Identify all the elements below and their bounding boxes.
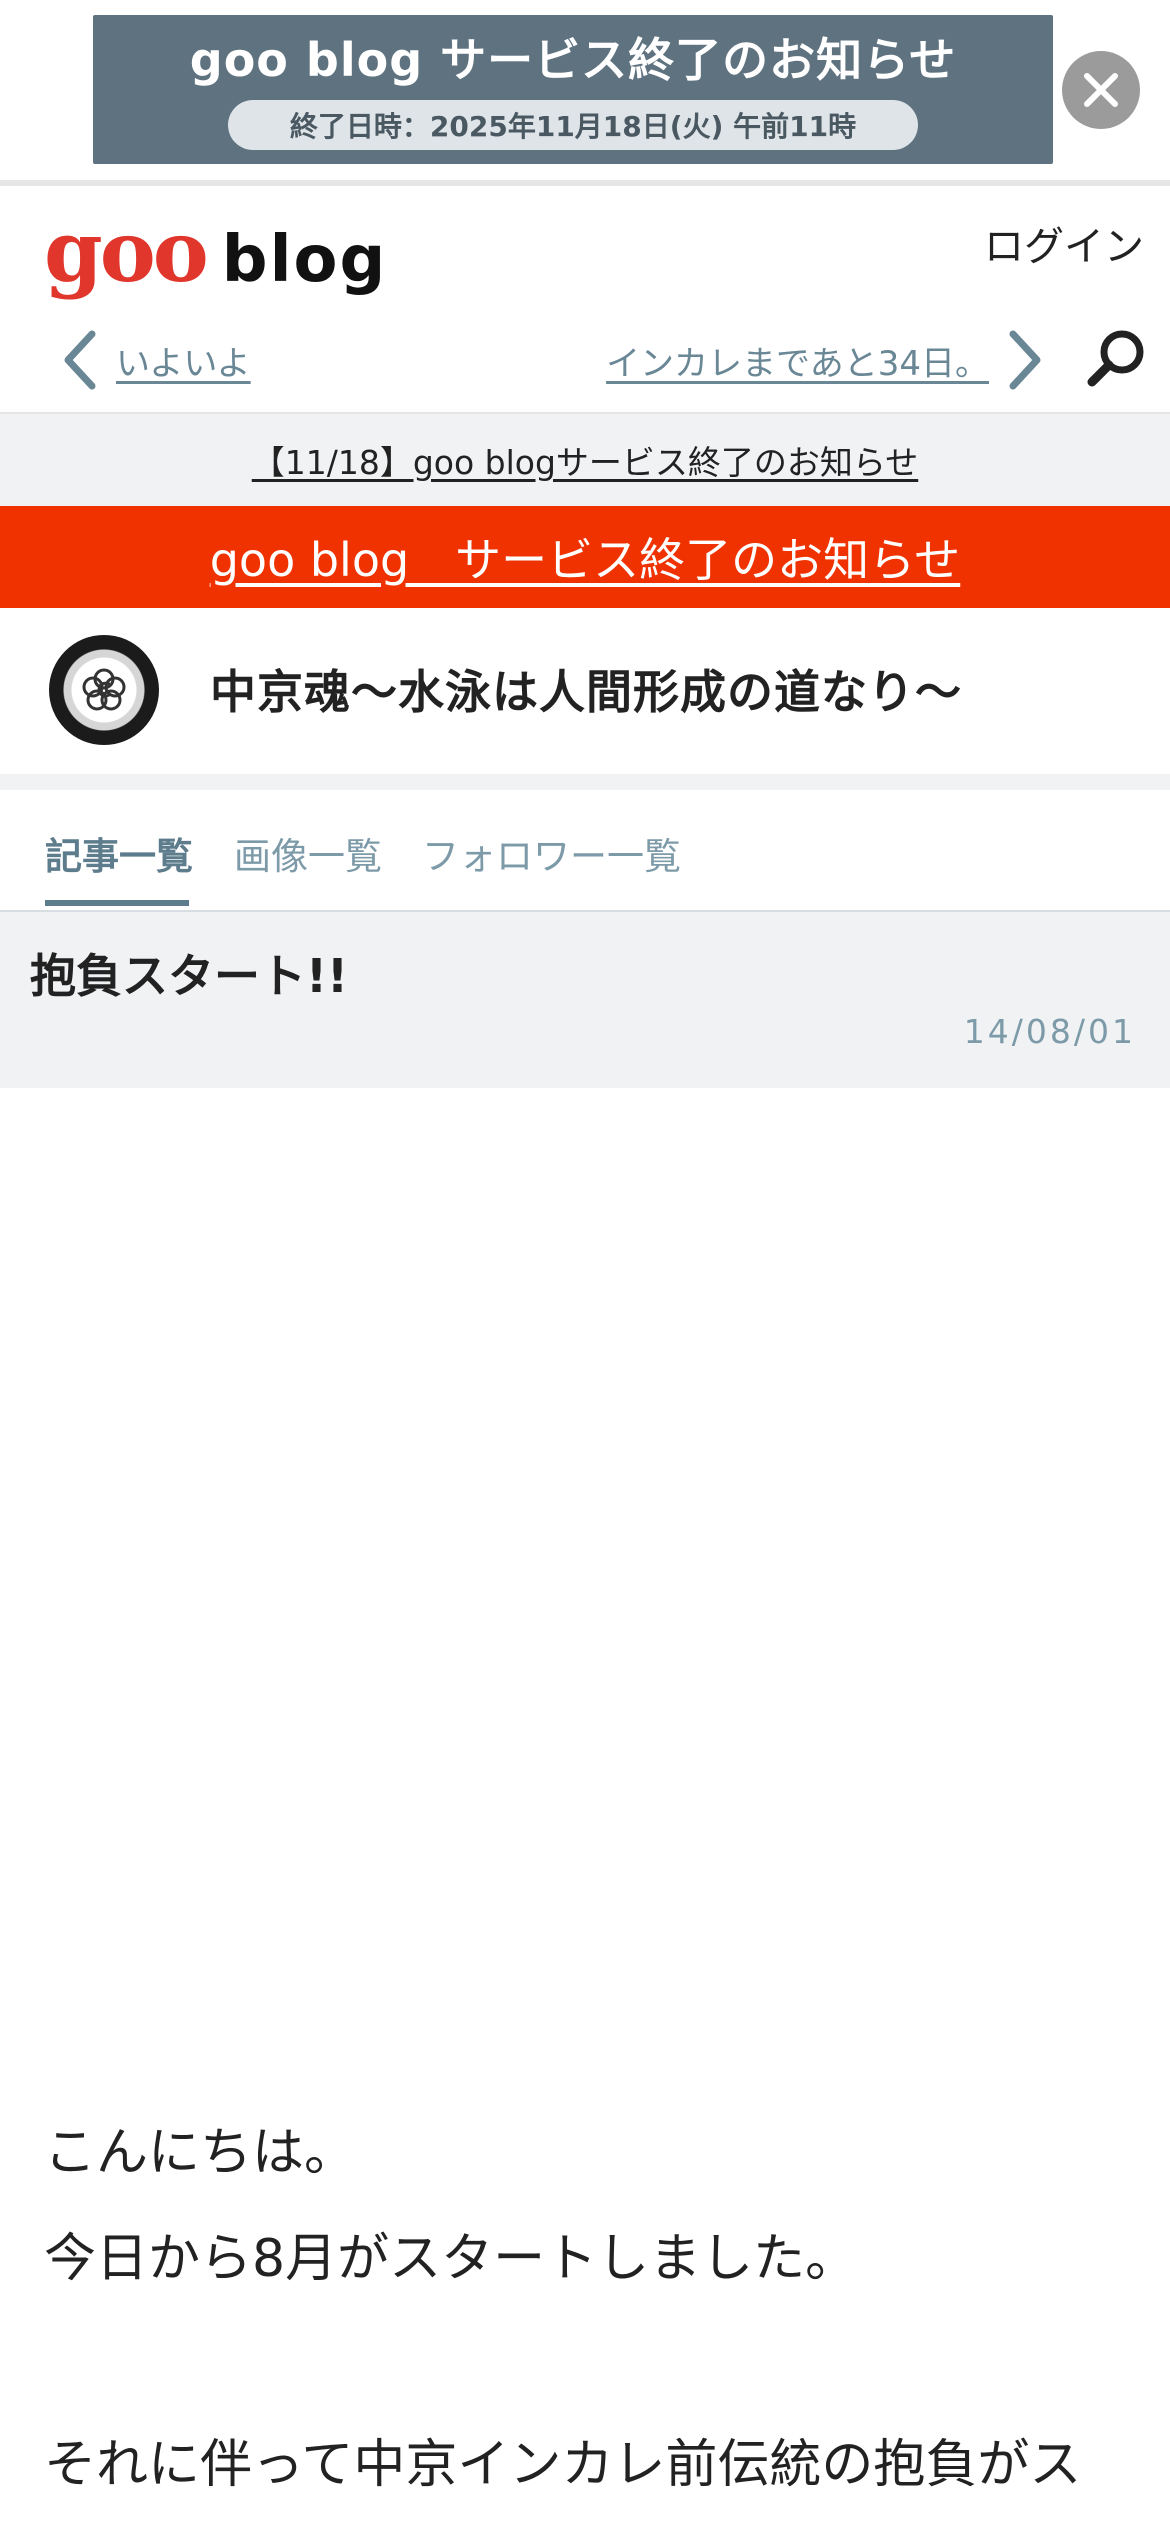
- notice-link[interactable]: 【11/18】goo blogサービス終了のお知らせ: [252, 436, 919, 484]
- entry-title: 抱負スタート!!: [30, 949, 348, 1003]
- service-end-bar: goo blog サービス終了のお知らせ: [0, 506, 1170, 608]
- prev-entry-label: いよいよ: [116, 343, 251, 384]
- notice-bar: 【11/18】goo blogサービス終了のお知らせ: [0, 412, 1170, 506]
- entry-header: 抱負スタート!! 14/08/01: [0, 912, 1170, 1088]
- service-end-link[interactable]: goo blog サービス終了のお知らせ: [210, 524, 961, 590]
- tab-articles[interactable]: 記事一覧: [45, 826, 193, 880]
- svg-text:C: C: [97, 678, 112, 702]
- next-entry-label: インカレまであと34日。: [606, 343, 989, 384]
- blog-avatar[interactable]: C: [49, 635, 159, 745]
- entry-navigation: いよいよ インカレまであと34日。: [0, 312, 1170, 412]
- search-button[interactable]: [1084, 326, 1148, 394]
- login-link[interactable]: ログイン: [984, 214, 1144, 272]
- flower-logo-icon: C: [82, 668, 126, 711]
- banner-close-button[interactable]: [1062, 51, 1140, 129]
- search-icon: [1087, 330, 1144, 387]
- blog-tabs: 記事一覧 画像一覧 フォロワー一覧: [0, 790, 1170, 912]
- service-end-banner[interactable]: goo blog サービス終了のお知らせ 終了日時：2025年11月18日(火)…: [93, 15, 1053, 164]
- promo-banner-area: goo blog サービス終了のお知らせ 終了日時：2025年11月18日(火)…: [0, 0, 1170, 180]
- next-entry-link[interactable]: インカレまであと34日。: [606, 328, 1045, 392]
- logo-goo: goo: [44, 202, 209, 301]
- entry-paragraph: それに伴って中京インカレ前伝統の抱負がス: [44, 2435, 1082, 2495]
- entry-paragraph: こんにちは。: [44, 2123, 357, 2183]
- tab-followers[interactable]: フォロワー一覧: [422, 826, 681, 880]
- site-header: goo blog ログイン: [0, 186, 1170, 312]
- goo-blog-logo[interactable]: goo blog: [44, 202, 387, 302]
- tab-images[interactable]: 画像一覧: [234, 826, 382, 880]
- chevron-right-icon: [1009, 330, 1041, 390]
- active-tab-indicator: [45, 900, 189, 906]
- logo-blog: blog: [221, 223, 388, 297]
- banner-title: goo blog サービス終了のお知らせ: [189, 32, 957, 87]
- prev-entry-link[interactable]: いよいよ: [60, 328, 251, 392]
- entry-paragraph: 今日から8月がスタートしました。: [44, 2229, 858, 2289]
- banner-date: 終了日時：2025年11月18日(火) 午前11時: [228, 99, 918, 150]
- blog-header: C 中京魂～水泳は人間形成の道なり～: [0, 608, 1170, 774]
- close-icon: [1084, 73, 1118, 107]
- blog-title[interactable]: 中京魂～水泳は人間形成の道なり～: [210, 656, 962, 722]
- chevron-left-icon: [64, 330, 96, 390]
- divider: [0, 774, 1170, 790]
- entry-date: 14/08/01: [963, 1012, 1136, 1051]
